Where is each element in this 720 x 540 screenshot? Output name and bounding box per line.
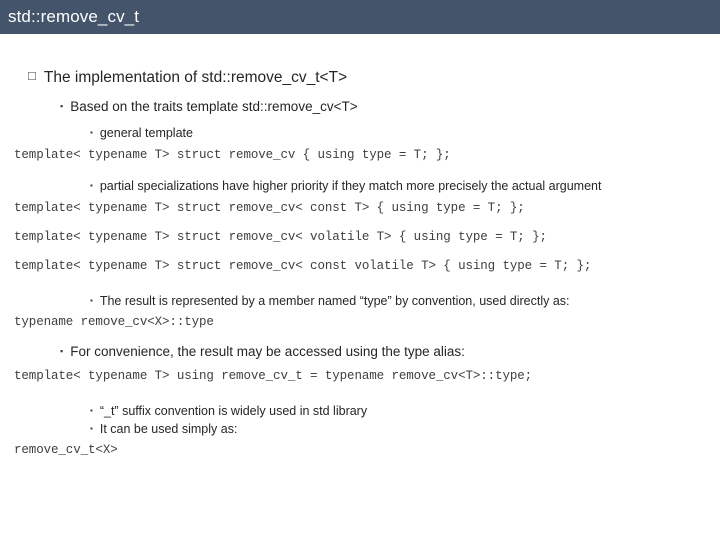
bullet-level3-general-template: ▪ general template [90, 126, 720, 142]
bullet-text: partial specializations have higher prio… [99, 178, 602, 193]
small-square-bullet-icon: ▪ [90, 128, 93, 138]
bullet-text: Based on the traits template std::remove… [70, 99, 358, 115]
slide-body: □ The implementation of std::remove_cv_t… [0, 34, 720, 458]
bullet-text: It can be used simply as: [99, 421, 238, 436]
bullet-level3-used-simply: ▪ It can be used simply as: [90, 422, 720, 438]
slide-title-bar: std::remove_cv_t [0, 0, 720, 34]
small-square-bullet-icon: ▪ [60, 101, 64, 112]
bullet-level2-based-on-traits: ▪ Based on the traits template std::remo… [60, 99, 720, 116]
code-line-usage: remove_cv_t<X> [14, 443, 118, 458]
bullet-level3-partial-specializations: ▪ partial specializations have higher pr… [90, 179, 720, 195]
bullet-text: “_t” suffix convention is widely used in… [99, 404, 368, 418]
slide: std::remove_cv_t □ The implementation of… [0, 0, 720, 540]
small-square-bullet-icon: ▪ [90, 295, 93, 305]
small-square-bullet-icon: ▪ [90, 423, 93, 433]
code-line-alias-definition: template< typename T> using remove_cv_t … [14, 369, 533, 383]
code-line-typename-result: typename remove_cv<X>::type [14, 315, 214, 330]
bullet-text: The implementation of std::remove_cv_t<T… [43, 69, 348, 86]
bullet-level1-implementation: □ The implementation of std::remove_cv_t… [28, 68, 720, 87]
small-square-bullet-icon: ▪ [60, 346, 64, 357]
code-line-general-template: template< typename T> struct remove_cv {… [14, 147, 451, 162]
small-square-bullet-icon: ▪ [90, 180, 93, 190]
bullet-level3-suffix-convention: ▪ “_t” suffix convention is widely used … [90, 404, 720, 420]
code-line-const-volatile-specialization: template< typename T> struct remove_cv< … [14, 258, 592, 273]
bullet-level3-result-member-type: ▪ The result is represented by a member … [90, 294, 720, 310]
code-line-volatile-specialization: template< typename T> struct remove_cv< … [14, 229, 547, 244]
bullet-level2-type-alias: ▪ For convenience, the result may be acc… [60, 344, 720, 361]
code-line-const-specialization: template< typename T> struct remove_cv< … [14, 200, 525, 215]
small-square-bullet-icon: ▪ [90, 406, 93, 415]
bullet-text: The result is represented by a member na… [99, 293, 570, 308]
square-bullet-icon: □ [28, 68, 36, 83]
bullet-text: For convenience, the result may be acces… [70, 344, 465, 360]
page-title: std::remove_cv_t [8, 7, 140, 26]
bullet-text: general template [99, 126, 193, 141]
